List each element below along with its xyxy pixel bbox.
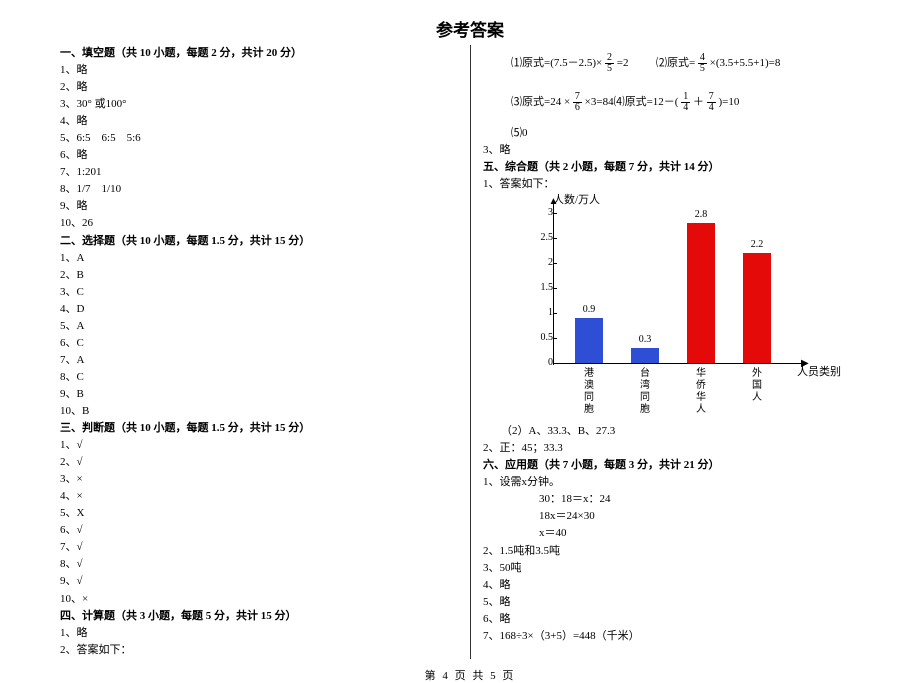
ytick-1_5: 1.5 <box>533 282 553 293</box>
ytick-2_5: 2.5 <box>533 232 553 243</box>
choice-3: 3、C <box>60 284 458 301</box>
xcat-0: 港澳同胞 <box>575 368 603 416</box>
app-1: 1、设需x分钟。 <box>483 474 880 491</box>
page-footer: 第 4 页 共 5 页 <box>60 667 880 683</box>
app-2: 2、1.5吨和3.5吨 <box>483 543 880 560</box>
calc-r4-mid: ＋ <box>693 96 704 108</box>
page-title: 参考答案 <box>60 16 880 41</box>
ytick-0: 0 <box>533 357 553 368</box>
fill-6: 6、略 <box>60 147 458 164</box>
section-choice-header: 二、选择题（共 10 小题，每题 1.5 分，共计 15 分） <box>60 233 458 250</box>
app-3: 3、50吨 <box>483 560 880 577</box>
app-4: 4、略 <box>483 577 880 594</box>
app-1-s2: 18x＝24×30 <box>483 508 880 525</box>
fill-4: 4、略 <box>60 113 458 130</box>
comp-chart-note: （2）A、33.3、B、27.3 <box>483 423 880 440</box>
bar-2: 2.8 <box>687 223 715 363</box>
chart-ylabel: 人数/万人 <box>553 191 600 207</box>
calc-r4-b: )=10 <box>718 96 739 108</box>
chart-xlabel: 人员类别 <box>797 363 841 379</box>
section-calc-header: 四、计算题（共 3 小题，每题 5 分，共计 15 分） <box>60 608 458 625</box>
calc-1: 1、略 <box>60 625 458 642</box>
judge-2: 2、√ <box>60 454 458 471</box>
judge-10: 10、× <box>60 591 458 608</box>
app-6: 6、略 <box>483 611 880 628</box>
bar-3: 2.2 <box>743 253 771 363</box>
calc-r4-frac2: 74 <box>707 92 716 113</box>
calc-r5: ⑸0 <box>483 125 880 142</box>
judge-9: 9、√ <box>60 573 458 590</box>
section-app-header: 六、应用题（共 7 小题，每题 3 分，共计 21 分） <box>483 457 880 474</box>
bar-1: 0.3 <box>631 348 659 363</box>
section-fill-header: 一、填空题（共 10 小题，每题 2 分，共计 20 分） <box>60 45 458 62</box>
fill-1: 1、略 <box>60 62 458 79</box>
app-1-s3: x＝40 <box>483 525 880 542</box>
choice-8: 8、C <box>60 369 458 386</box>
calc-2: 2、答案如下： <box>60 642 458 659</box>
choice-6: 6、C <box>60 335 458 352</box>
calc-r2-frac: 45 <box>698 53 707 74</box>
calc-r3-frac: 76 <box>573 92 582 113</box>
choice-4: 4、D <box>60 301 458 318</box>
ytick-1: 1 <box>533 307 553 318</box>
choice-9: 9、B <box>60 386 458 403</box>
calc-r1-b: =2 <box>617 57 629 69</box>
fill-8: 8、1/7 1/10 <box>60 181 458 198</box>
calc-r4-a: ⑷原式=12－( <box>614 96 679 108</box>
bar-chart: 人数/万人 ▲ ▶ 人员类别 0 0.5 1 1.5 2 2.5 3 0.9 0… <box>523 193 833 413</box>
bar-0: 0.9 <box>575 318 603 363</box>
choice-10: 10、B <box>60 403 458 420</box>
calc-r4-frac1: 14 <box>681 92 690 113</box>
left-column: 一、填空题（共 10 小题，每题 2 分，共计 20 分） 1、略 2、略 3、… <box>60 45 470 659</box>
fill-5: 5、6:5 6:5 5:6 <box>60 130 458 147</box>
calc-r3-b: ×3=84 <box>585 96 614 108</box>
ytick-0_5: 0.5 <box>533 332 553 343</box>
fill-7: 7、1:201 <box>60 164 458 181</box>
comp-1: 1、答案如下： <box>483 176 880 193</box>
ytick-2: 2 <box>533 257 553 268</box>
chart-x-axis <box>553 363 803 364</box>
xcat-2: 华侨华人 <box>687 368 715 416</box>
fill-10: 10、26 <box>60 215 458 232</box>
right-column: ⑴原式=(7.5－2.5)× 25 =2 ⑵原式= 45 ×(3.5+5.5+1… <box>470 45 880 659</box>
section-judge-header: 三、判断题（共 10 小题，每题 1.5 分，共计 15 分） <box>60 420 458 437</box>
judge-5: 5、X <box>60 505 458 522</box>
app-5: 5、略 <box>483 594 880 611</box>
chart-y-axis <box>553 203 554 365</box>
judge-3: 3、× <box>60 471 458 488</box>
calc-r1-a: ⑴原式=(7.5－2.5)× <box>511 57 602 69</box>
fill-2: 2、略 <box>60 79 458 96</box>
judge-6: 6、√ <box>60 522 458 539</box>
fill-9: 9、略 <box>60 198 458 215</box>
comp-2: 2、正：45；33.3 <box>483 440 880 457</box>
calc-r2-b: ×(3.5+5.5+1)=8 <box>710 57 781 69</box>
judge-4: 4、× <box>60 488 458 505</box>
xcat-1: 台湾同胞 <box>631 368 659 416</box>
choice-7: 7、A <box>60 352 458 369</box>
xcat-3: 外国人 <box>743 368 771 404</box>
app-7: 7、168÷3×（3+5）=448（千米） <box>483 628 880 645</box>
calc-r3-a: ⑶原式=24 × <box>511 96 570 108</box>
calc-r2-a: ⑵原式= <box>656 57 695 69</box>
ytick-3: 3 <box>533 207 553 218</box>
choice-1: 1、A <box>60 250 458 267</box>
fill-3: 3、30° 或100° <box>60 96 458 113</box>
section-comp-header: 五、综合题（共 2 小题，每题 7 分，共计 14 分） <box>483 159 880 176</box>
choice-5: 5、A <box>60 318 458 335</box>
app-1-s1: 30：18＝x：24 <box>483 491 880 508</box>
calc-r1-frac: 25 <box>605 53 614 74</box>
judge-8: 8、√ <box>60 556 458 573</box>
calc-3: 3、略 <box>483 142 880 159</box>
judge-1: 1、√ <box>60 437 458 454</box>
judge-7: 7、√ <box>60 539 458 556</box>
choice-2: 2、B <box>60 267 458 284</box>
